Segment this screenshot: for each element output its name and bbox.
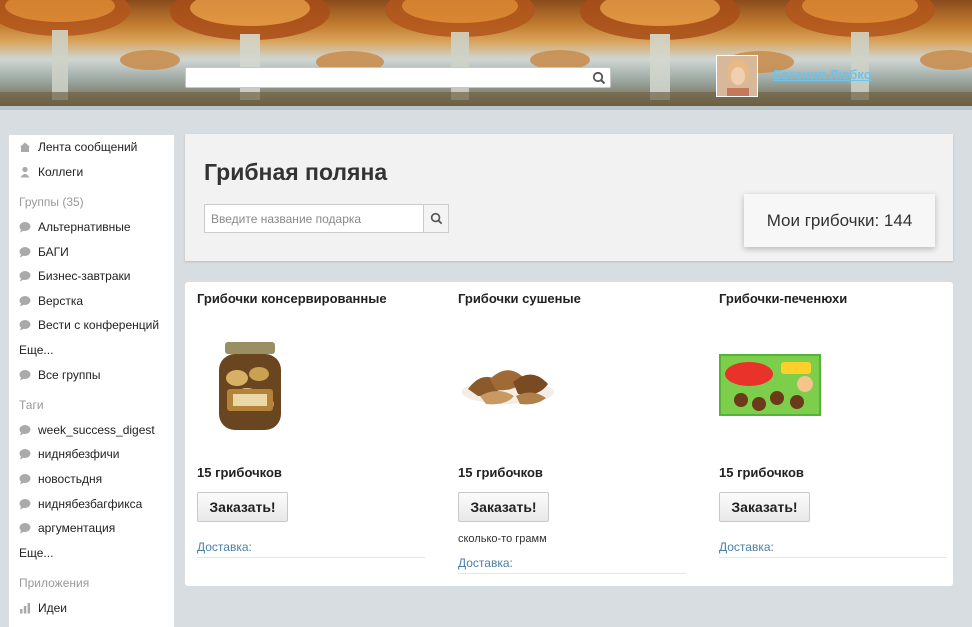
chat-bubble-icon [19,320,31,331]
sidebar-item-label: Альтернативные [38,220,131,235]
product-card: Грибочки-печенюхи 15 грибочков Заказать!… [707,282,947,586]
product-name: Грибочки сушеные [458,291,581,306]
sidebar-tag-item[interactable]: week_success_digest [9,418,174,443]
sidebar-item-label: Бизнес-завтраки [38,269,131,284]
sidebar-item-label: Коллеги [38,164,84,179]
groups-more-link[interactable]: Еще... [9,338,174,363]
sidebar-item-label: Верстка [38,293,84,308]
product-list: Грибочки консервированные 15 грибочков З… [185,282,953,586]
home-icon [20,142,30,153]
chat-bubble-icon [19,369,31,381]
sidebar-group-item[interactable]: Вести с конференций [9,313,174,338]
tags-more-link[interactable]: Еще... [9,541,174,566]
mushroom-jar-image [219,342,281,430]
sidebar-item-label: новостьдня [38,472,103,487]
avatar-photo [717,56,757,96]
apps-heading: Приложения [19,576,90,591]
product-card: Грибочки консервированные 15 грибочков З… [185,282,425,586]
order-button[interactable]: Заказать! [719,492,810,522]
sidebar-tag-item[interactable]: новостьдня [9,467,174,492]
sidebar-tag-item[interactable]: ниднябезфичи [9,442,174,467]
balance-badge: Мои грибочки: 144 [744,194,935,247]
sidebar-item-label: Идеи [38,600,68,615]
chat-bubble-icon [19,523,31,534]
chat-bubble-icon [19,474,31,485]
header-banner [0,0,972,108]
banner-divider [0,106,972,110]
choco-boy-box-image [719,354,821,416]
chat-bubble-icon [19,271,31,282]
sidebar-group-item[interactable]: Альтернативные [9,215,174,240]
product-name: Грибочки-печенюхи [719,291,848,306]
sidebar-item-label: week_success_digest [38,422,155,437]
sidebar-item-label: Вести с конференций [38,318,160,333]
chat-bubble-icon [19,498,31,510]
order-button[interactable]: Заказать! [458,492,549,522]
search-icon[interactable] [592,71,606,85]
user-name-link[interactable]: Евгения Любко [773,67,872,82]
sidebar-item-label: Лента сообщений [38,140,138,155]
gift-search-button[interactable] [423,205,448,232]
order-button[interactable]: Заказать! [197,492,288,522]
sidebar: Лента сообщений Коллеги Группы (35) Альт… [9,135,174,627]
global-search [185,67,611,88]
delivery-label: Доставка: [719,540,947,558]
sidebar-app-item[interactable]: Идеи [9,596,174,621]
product-price: 15 грибочков [719,465,804,480]
product-name: Грибочки консервированные [197,291,387,306]
sidebar-tag-item[interactable]: аргументация [9,516,174,541]
shop-header: Грибная поляна Мои грибочки: 144 [185,134,953,261]
sidebar-item-feed[interactable]: Лента сообщений [9,135,174,160]
gift-search-input[interactable] [205,205,424,232]
chat-bubble-icon [19,424,31,436]
sidebar-item-label: аргументация [38,521,116,536]
dried-mushrooms-image [462,370,554,405]
sidebar-item-colleagues[interactable]: Коллеги [9,160,174,185]
mushroom-pattern [0,0,972,108]
sidebar-group-item[interactable]: БАГИ [9,239,174,264]
chat-bubble-icon [19,449,31,460]
sidebar-tag-item[interactable]: ниднябезбагфикса [9,491,174,516]
sidebar-item-label: ниднябезбагфикса [38,496,143,511]
delivery-label: Доставка: [197,540,425,558]
delivery-label: Доставка: [458,556,686,574]
page-title: Грибная поляна [204,159,388,185]
sidebar-group-item[interactable]: Верстка [9,289,174,314]
global-search-input[interactable] [186,68,586,87]
product-note: сколько-то грамм [458,533,547,545]
sidebar-item-label: Все группы [38,367,101,382]
sidebar-item-label: БАГИ [38,244,69,259]
chat-bubble-icon [19,222,31,233]
product-card: Грибочки сушеные 15 грибочков Заказать! … [446,282,686,586]
bar-chart-icon [20,602,31,614]
sidebar-group-item[interactable]: Бизнес-завтраки [9,264,174,289]
chat-bubble-icon [19,295,31,307]
chat-bubble-icon [19,246,31,258]
person-icon [20,166,30,178]
sidebar-item-label: ниднябезфичи [38,447,120,462]
tags-heading: Таги [19,397,44,412]
product-price: 15 грибочков [197,465,282,480]
groups-heading: Группы (35) [19,195,84,210]
gift-search [204,204,449,233]
search-icon [430,212,442,225]
sidebar-all-groups[interactable]: Все группы [9,362,174,387]
user-avatar[interactable] [716,55,758,97]
product-price: 15 грибочков [458,465,543,480]
